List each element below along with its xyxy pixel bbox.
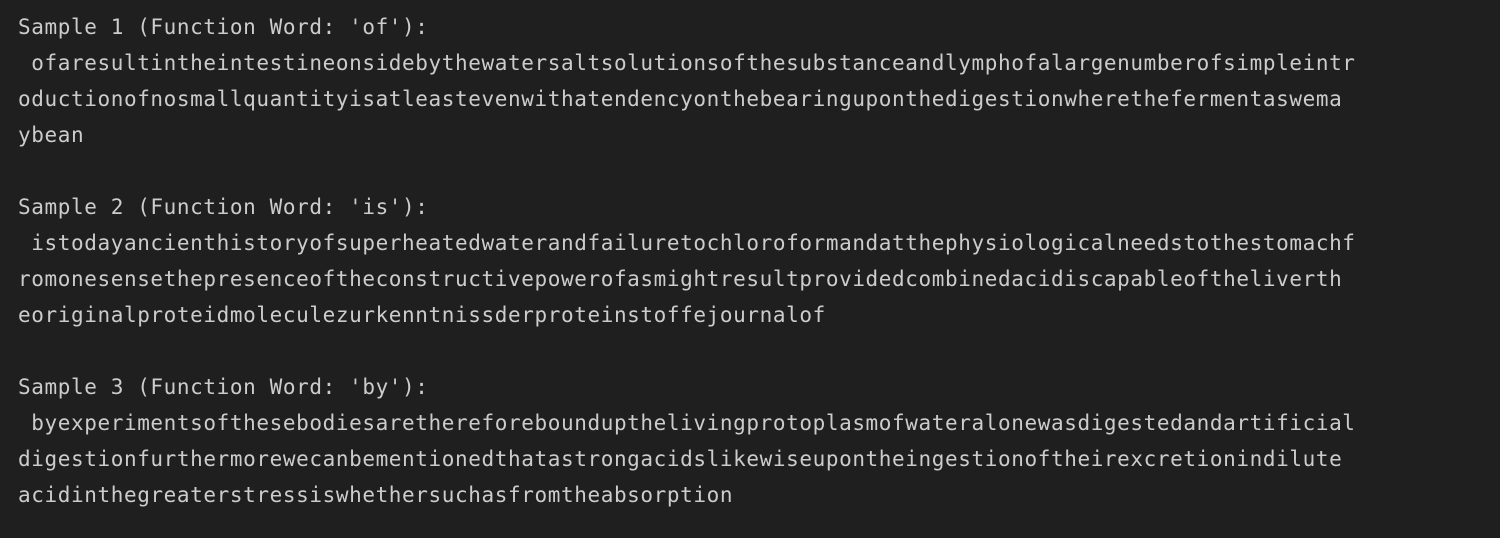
sample-block: Sample 2 (Function Word: 'is'): istodaya… xyxy=(18,189,1488,333)
sample-header: Sample 2 (Function Word: 'is'): xyxy=(18,195,429,219)
sample-header: Sample 3 (Function Word: 'by'): xyxy=(18,375,429,399)
sample-text-line: eoriginalproteidmoleculezurkenntnissderp… xyxy=(18,303,826,327)
sample-text-line: ofaresultintheintestineonsidebythewaters… xyxy=(18,51,1356,75)
sample-block: Sample 1 (Function Word: 'of'): ofaresul… xyxy=(18,9,1488,153)
sample-text-line: digestionfurthermorewecanbementionedthat… xyxy=(18,447,1343,471)
sample-header: Sample 1 (Function Word: 'of'): xyxy=(18,15,429,39)
sample-text-line: romonesensethepresenceoftheconstructivep… xyxy=(18,267,1343,291)
sample-text-line: oductionofnosmallquantityisatleastevenwi… xyxy=(18,87,1343,111)
sample-text-line: byexperimentsofthesebodiesarethereforebo… xyxy=(18,411,1356,435)
sample-text-line: ybean xyxy=(18,123,85,147)
terminal-output: Sample 1 (Function Word: 'of'): ofaresul… xyxy=(18,9,1488,513)
sample-block: Sample 3 (Function Word: 'by'): byexperi… xyxy=(18,369,1488,513)
sample-text-line: istodayancienthistoryofsuperheatedwatera… xyxy=(18,231,1356,255)
sample-text-line: acidinthegreaterstressiswhethersuchasfro… xyxy=(18,483,734,507)
